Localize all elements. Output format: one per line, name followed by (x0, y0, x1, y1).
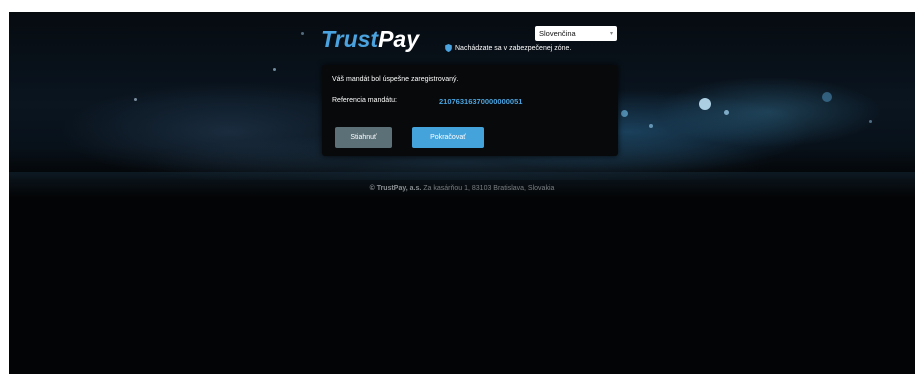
mandate-result-card: Váš mandát bol úspešne zaregistrovaný. R… (322, 65, 618, 156)
secure-zone-notice: Nachádzate sa v zabezpečenej zóne. (445, 44, 571, 52)
bokeh-light (699, 98, 711, 110)
success-message: Váš mandát bol úspešne zaregistrovaný. (332, 76, 459, 83)
bokeh-light (649, 124, 653, 128)
continue-button[interactable]: Pokračovať (412, 127, 484, 148)
secure-zone-text: Nachádzate sa v zabezpečenej zóne. (455, 44, 572, 52)
footer-address: Za kasárňou 1, 83103 Bratislava, Slovaki… (421, 185, 555, 192)
logo-trust-text: Trust (321, 26, 379, 52)
bokeh-light (134, 98, 137, 101)
logo-pay-text: Pay (378, 26, 420, 52)
footer-copyright: © TrustPay, a.s. Za kasárňou 1, 83103 Br… (9, 185, 915, 192)
bokeh-light (822, 92, 832, 102)
shield-icon (445, 44, 452, 52)
download-button[interactable]: Stiahnuť (335, 127, 392, 148)
footer-company: © TrustPay, a.s. (369, 185, 422, 192)
bokeh-light (869, 120, 872, 123)
language-selected-value: Slovenčina (539, 29, 576, 38)
chevron-down-icon: ▾ (609, 31, 613, 37)
mandate-reference-label: Referencia mandátu: (332, 97, 397, 104)
bokeh-light (301, 32, 304, 35)
trustpay-logo: TrustPay (321, 26, 419, 53)
bokeh-light (724, 110, 729, 115)
mandate-reference-value: 21076316370000000051 (439, 97, 523, 106)
bokeh-light (273, 68, 276, 71)
page-background: TrustPay Slovenčina ▾ Nachádzate sa v za… (9, 12, 915, 374)
language-select[interactable]: Slovenčina ▾ (535, 26, 617, 41)
bokeh-light (621, 110, 628, 117)
